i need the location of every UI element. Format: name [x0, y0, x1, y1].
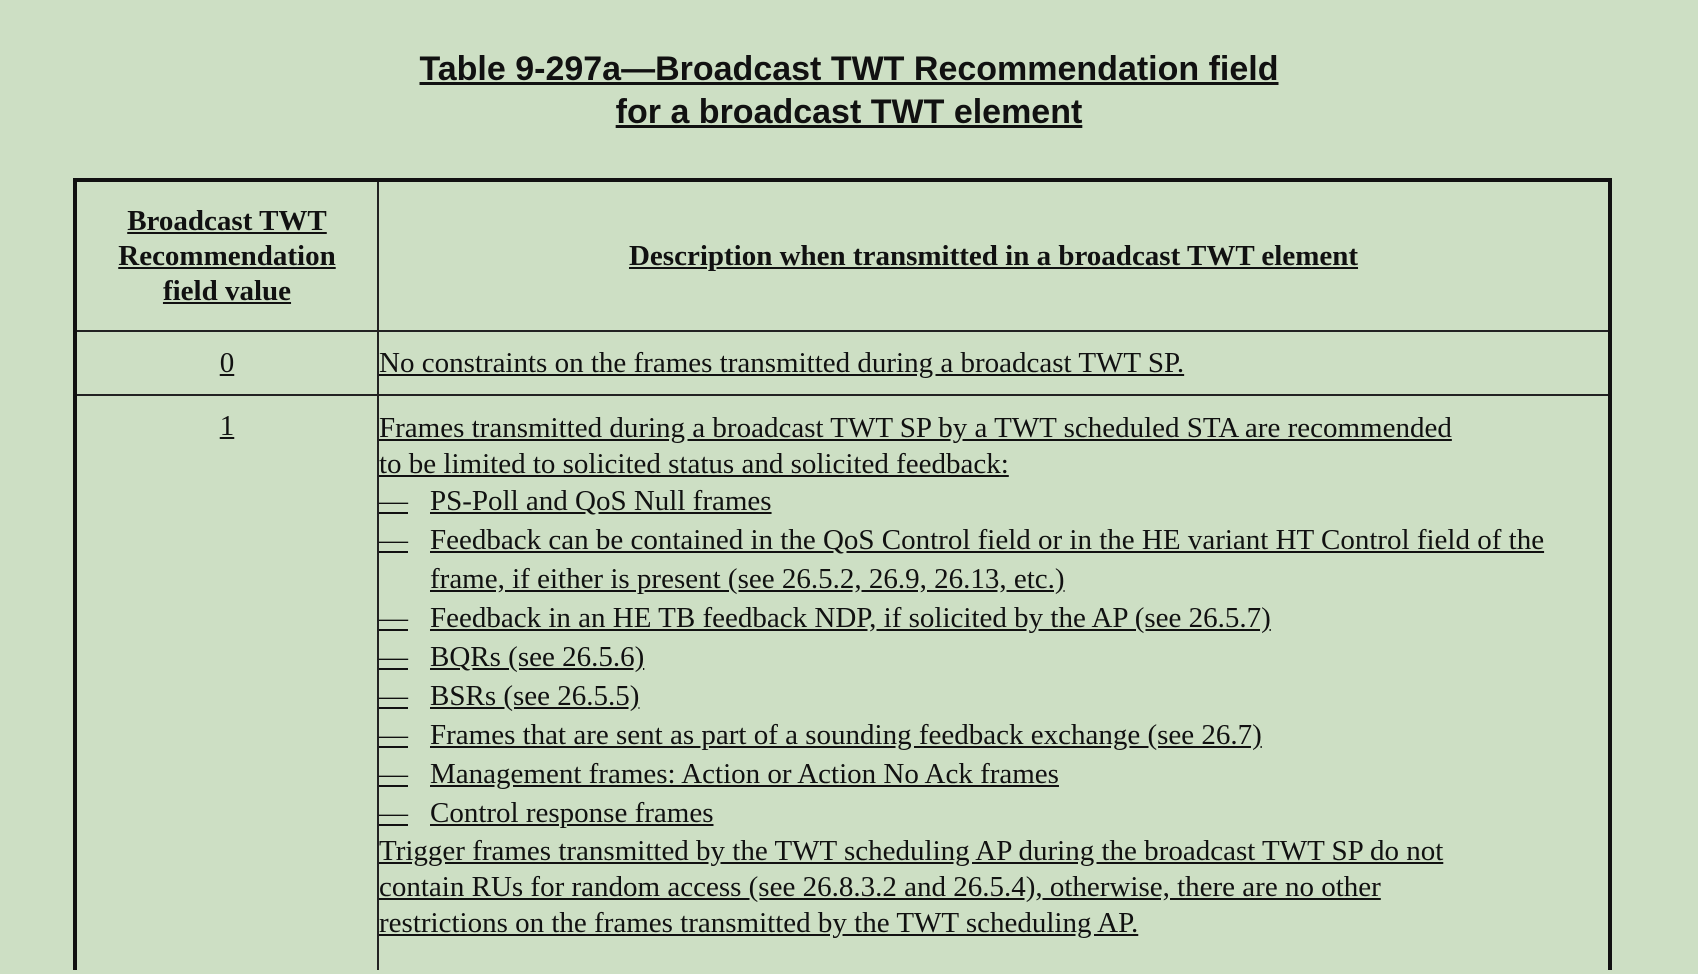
dash-bullet: —	[379, 524, 408, 556]
header-field-value-line-1: Broadcast TWT	[127, 204, 327, 237]
list-item: — BQRs (see 26.5.6)	[379, 638, 1598, 677]
list-item: — Frames that are sent as part of a soun…	[379, 716, 1598, 755]
dash-bullet: —	[379, 758, 408, 790]
table-row: 1 Frames transmitted during a broadcast …	[74, 394, 1611, 970]
list-item-text: Management frames: Action or Action No A…	[430, 758, 1059, 790]
list-item: — Control response frames	[379, 794, 1598, 833]
list-item: — Feedback can be contained in the QoS C…	[379, 521, 1598, 599]
list-item: — Management frames: Action or Action No…	[379, 755, 1598, 794]
list-item-text: BSRs (see 26.5.5)	[430, 680, 640, 712]
dash-bullet: —	[379, 485, 408, 517]
header-description: Description when transmitted in a broadc…	[377, 179, 1611, 332]
list-item-text: PS-Poll and QoS Null frames	[430, 485, 772, 517]
list-item-text: Frames that are sent as part of a soundi…	[430, 719, 1262, 751]
outro-line-1: Trigger frames transmitted by the TWT sc…	[379, 835, 1444, 867]
table-caption: Table 9-297a—Broadcast TWT Recommendatio…	[0, 48, 1698, 134]
dash-bullet: —	[379, 602, 408, 634]
dash-bullet: —	[379, 797, 408, 829]
dash-bullet: —	[379, 680, 408, 712]
intro-line-1: Frames transmitted during a broadcast TW…	[379, 412, 1452, 444]
header-field-value: Broadcast TWT Recommendation field value	[74, 179, 379, 332]
list-item-text: Control response frames	[430, 797, 714, 829]
recommendation-table: Broadcast TWT Recommendation field value…	[73, 178, 1612, 970]
row-description: No constraints on the frames transmitted…	[377, 330, 1611, 396]
row-value: 0	[74, 330, 379, 396]
table-caption-line-2: for a broadcast TWT element	[615, 93, 1083, 131]
list-item: — Feedback in an HE TB feedback NDP, if …	[379, 599, 1598, 638]
list-item-text: Feedback can be contained in the QoS Con…	[430, 524, 1545, 595]
header-field-value-line-3: field value	[162, 274, 292, 307]
header-field-value-line-2: Recommendation	[118, 239, 336, 272]
table-header-row: Broadcast TWT Recommendation field value…	[74, 179, 1611, 332]
list-item: — PS-Poll and QoS Null frames	[379, 482, 1598, 521]
intro-line-2: to be limited to solicited status and so…	[379, 448, 1009, 480]
table-row: 0 No constraints on the frames transmitt…	[74, 330, 1611, 396]
row-description: Frames transmitted during a broadcast TW…	[377, 394, 1611, 970]
row-value: 1	[74, 394, 379, 970]
list-item-text: Feedback in an HE TB feedback NDP, if so…	[430, 602, 1271, 634]
outro-line-2: contain RUs for random access (see 26.8.…	[379, 871, 1381, 903]
outro-line-3: restrictions on the frames transmitted b…	[379, 907, 1139, 939]
table-caption-line-1: Table 9-297a—Broadcast TWT Recommendatio…	[419, 50, 1279, 88]
dash-bullet: —	[379, 641, 408, 673]
list-item-text: BQRs (see 26.5.6)	[430, 641, 645, 673]
list-item: — BSRs (see 26.5.5)	[379, 677, 1598, 716]
dash-bullet: —	[379, 719, 408, 751]
